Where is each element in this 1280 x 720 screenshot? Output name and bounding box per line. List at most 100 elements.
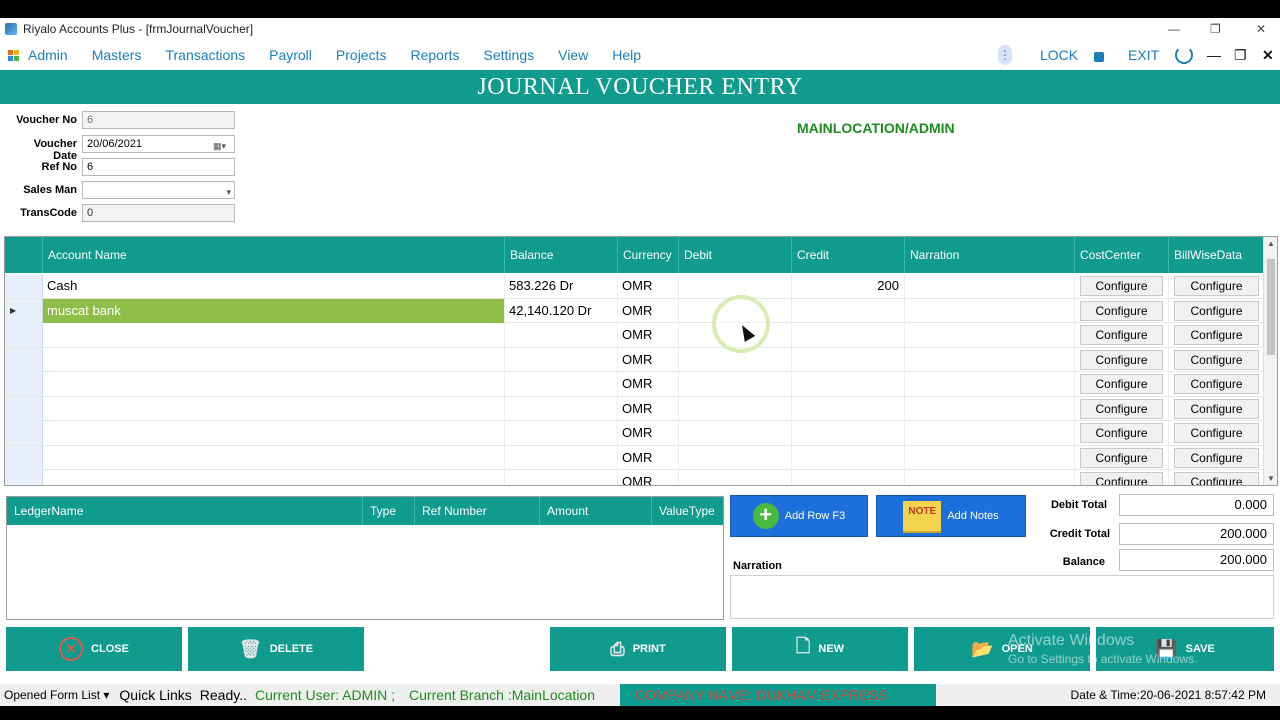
- add-row-button[interactable]: + Add Row F3: [730, 495, 868, 537]
- cell-account-name[interactable]: [43, 470, 505, 485]
- cost-center-configure-button[interactable]: Configure: [1079, 349, 1164, 370]
- cost-center-configure-button[interactable]: Configure: [1079, 325, 1164, 345]
- cell-account-name[interactable]: [43, 372, 505, 396]
- menu-masters[interactable]: Masters: [92, 47, 142, 63]
- cell-balance[interactable]: [505, 421, 618, 445]
- restore-window-icon[interactable]: ❐: [1210, 18, 1221, 40]
- restore-form-icon[interactable]: ❐: [1234, 40, 1247, 70]
- cell-currency[interactable]: OMR: [618, 298, 679, 323]
- grid-vertical-scrollbar[interactable]: ▲ ▼: [1263, 237, 1277, 485]
- col-ledger-name[interactable]: LedgerName: [7, 497, 363, 525]
- billwise-configure-button[interactable]: Configure: [1173, 349, 1260, 370]
- menu-payroll[interactable]: Payroll: [269, 47, 312, 63]
- calendar-dropdown-icon[interactable]: ▦▾: [213, 138, 231, 151]
- ref-no-field[interactable]: 6: [82, 158, 235, 176]
- cell-credit[interactable]: [792, 347, 905, 372]
- opened-form-list-dropdown[interactable]: Opened Form List ▾: [4, 688, 109, 702]
- cell-narration[interactable]: [905, 323, 1075, 347]
- col-ref-number[interactable]: Ref Number: [415, 497, 540, 525]
- col-debit[interactable]: Debit: [679, 237, 792, 273]
- voucher-date-field[interactable]: 20/06/2021 ▦▾: [82, 135, 235, 153]
- cell-account-name[interactable]: [43, 445, 505, 470]
- col-billwisedata[interactable]: BillWiseData: [1169, 237, 1265, 273]
- lock-button[interactable]: LOCK: [1040, 40, 1105, 70]
- cell-currency[interactable]: OMR: [618, 445, 679, 470]
- cell-currency[interactable]: OMR: [618, 323, 679, 347]
- row-selector[interactable]: [5, 372, 43, 396]
- menu-help[interactable]: Help: [612, 47, 641, 63]
- cell-balance[interactable]: 42,140.120 Dr: [505, 298, 618, 323]
- scroll-down-icon[interactable]: ▼: [1264, 474, 1277, 483]
- minimize-window-icon[interactable]: —: [1168, 18, 1180, 40]
- table-row[interactable]: OMR Configure Configure: [5, 323, 1265, 348]
- cell-debit[interactable]: [679, 421, 792, 445]
- cell-account-name[interactable]: Cash: [43, 274, 505, 298]
- cell-currency[interactable]: OMR: [618, 274, 679, 298]
- new-button[interactable]: 🗋 NEW: [732, 627, 908, 671]
- cell-account-name[interactable]: [43, 421, 505, 445]
- sales-man-select[interactable]: ▾: [82, 181, 235, 199]
- cell-narration[interactable]: [905, 421, 1075, 445]
- more-options-icon[interactable]: ⋮: [998, 40, 1012, 70]
- add-notes-button[interactable]: NOTE Add Notes: [876, 495, 1026, 537]
- minimize-form-icon[interactable]: —: [1207, 40, 1221, 70]
- cell-balance[interactable]: [505, 372, 618, 396]
- row-selector[interactable]: [5, 445, 43, 470]
- cost-center-configure-button[interactable]: Configure: [1079, 447, 1164, 468]
- cell-credit[interactable]: [792, 396, 905, 421]
- cell-narration[interactable]: [905, 372, 1075, 396]
- scroll-up-icon[interactable]: ▲: [1264, 239, 1277, 248]
- transcode-field[interactable]: 0: [82, 204, 235, 222]
- cell-narration[interactable]: [905, 445, 1075, 470]
- menu-reports[interactable]: Reports: [410, 47, 459, 63]
- cell-debit[interactable]: [679, 445, 792, 470]
- cost-center-configure-button[interactable]: Configure: [1079, 374, 1164, 394]
- billwise-configure-button[interactable]: Configure: [1173, 300, 1260, 321]
- cell-currency[interactable]: OMR: [618, 372, 679, 396]
- cell-debit[interactable]: [679, 372, 792, 396]
- row-selector[interactable]: [5, 323, 43, 347]
- delete-button[interactable]: 🗑 DELETE: [188, 627, 364, 671]
- cell-credit[interactable]: [792, 445, 905, 470]
- row-selector[interactable]: [5, 396, 43, 421]
- cell-balance[interactable]: [505, 396, 618, 421]
- row-selector[interactable]: [5, 274, 43, 298]
- table-row[interactable]: OMR Configure Configure: [5, 347, 1265, 372]
- row-selector[interactable]: [5, 347, 43, 372]
- table-row[interactable]: Cash 583.226 Dr OMR 200 Configure Configure: [5, 274, 1265, 299]
- billwise-configure-button[interactable]: Configure: [1173, 276, 1260, 296]
- menu-settings[interactable]: Settings: [484, 47, 535, 63]
- chevron-down-icon[interactable]: ▾: [213, 184, 231, 197]
- cell-credit[interactable]: [792, 323, 905, 347]
- quick-links[interactable]: Quick Links: [119, 687, 191, 703]
- cost-center-configure-button[interactable]: Configure: [1079, 423, 1164, 443]
- table-row[interactable]: OMR Configure Configure: [5, 372, 1265, 397]
- cell-narration[interactable]: [905, 470, 1075, 485]
- cell-account-name[interactable]: [43, 323, 505, 347]
- cell-credit[interactable]: [792, 421, 905, 445]
- cell-credit[interactable]: [792, 298, 905, 323]
- col-amount[interactable]: Amount: [540, 497, 652, 525]
- billwise-configure-button[interactable]: Configure: [1173, 447, 1260, 468]
- scroll-thumb[interactable]: [1267, 259, 1275, 355]
- cell-credit[interactable]: [792, 372, 905, 396]
- col-currency[interactable]: Currency: [618, 237, 679, 273]
- menu-view[interactable]: View: [558, 47, 588, 63]
- cell-currency[interactable]: OMR: [618, 347, 679, 372]
- cell-narration[interactable]: [905, 274, 1075, 298]
- cell-narration[interactable]: [905, 347, 1075, 372]
- col-value-type[interactable]: ValueType: [652, 497, 723, 525]
- cell-debit[interactable]: [679, 470, 792, 485]
- col-narration[interactable]: Narration: [905, 237, 1075, 273]
- billwise-configure-button[interactable]: Configure: [1173, 325, 1260, 345]
- cell-currency[interactable]: OMR: [618, 470, 679, 485]
- cell-debit[interactable]: [679, 396, 792, 421]
- table-row[interactable]: OMR Configure Configure: [5, 470, 1265, 485]
- voucher-no-field[interactable]: 6: [82, 111, 235, 129]
- cost-center-configure-button[interactable]: Configure: [1079, 398, 1164, 419]
- table-row[interactable]: OMR Configure Configure: [5, 445, 1265, 470]
- cost-center-configure-button[interactable]: Configure: [1079, 300, 1164, 321]
- cell-balance[interactable]: [505, 445, 618, 470]
- col-account-name[interactable]: Account Name: [43, 237, 505, 273]
- cell-credit[interactable]: 200: [792, 274, 905, 298]
